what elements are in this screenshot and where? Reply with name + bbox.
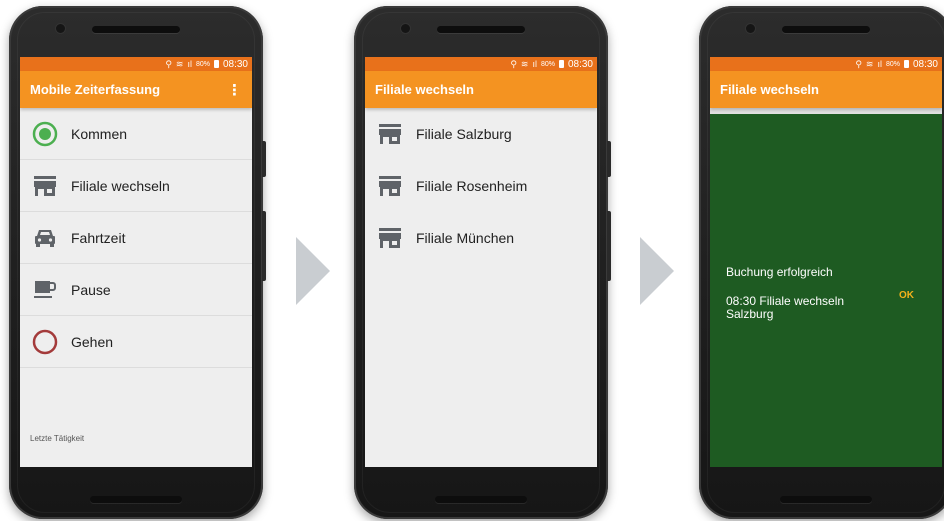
app-bar: Filiale wechseln — [365, 71, 597, 108]
chevron-right-icon — [296, 237, 330, 305]
status-time: 08:30 — [222, 58, 248, 70]
volume-rocker — [262, 211, 266, 281]
check-in-circle-icon — [32, 121, 58, 147]
battery-percent: 80% — [885, 60, 900, 68]
car-icon — [32, 225, 58, 251]
menu-item-label: Kommen — [71, 125, 128, 142]
app-title: Filiale wechseln — [375, 82, 474, 97]
menu-item-label: Pause — [71, 281, 111, 298]
coffee-cup-icon — [32, 277, 58, 303]
status-bar: ⚲ ≋ ıl 80% 08:30 — [710, 57, 942, 71]
power-button — [262, 141, 266, 177]
branch-item-muenchen[interactable]: Filiale München — [365, 212, 597, 264]
phone-frame-2: ⚲ ≋ ıl 80% 08:30 Filiale wechseln Filial… — [354, 6, 611, 519]
earpiece-speaker — [437, 26, 525, 33]
app-title: Filiale wechseln — [720, 82, 819, 97]
status-bar: ⚲ ≋ ıl 80% 08:30 — [20, 57, 252, 71]
screen-confirmation: ⚲ ≋ ıl 80% 08:30 Filiale wechseln Buchun… — [710, 57, 942, 467]
screen-main-menu: ⚲ ≋ ıl 80% 08:30 Mobile Zeiterfassung ⋮ … — [20, 57, 252, 467]
location-icon: ⚲ — [855, 58, 862, 69]
app-bar: Mobile Zeiterfassung ⋮ — [20, 71, 252, 108]
battery-percent: 80% — [195, 60, 210, 68]
menu-item-pause[interactable]: Pause — [20, 264, 252, 316]
battery-icon — [903, 60, 909, 68]
chevron-right-icon — [640, 237, 674, 305]
branch-item-rosenheim[interactable]: Filiale Rosenheim — [365, 160, 597, 212]
earpiece-speaker — [92, 26, 180, 33]
app-bar: Filiale wechseln — [710, 71, 942, 108]
branch-item-label: Filiale München — [416, 230, 515, 246]
earpiece-speaker — [782, 26, 870, 33]
location-icon: ⚲ — [510, 58, 517, 69]
branch-item-label: Filiale Rosenheim — [416, 178, 528, 194]
front-camera — [56, 24, 65, 33]
store-icon — [32, 173, 58, 199]
location-icon: ⚲ — [165, 58, 172, 69]
activity-list: Kommen Filiale wechseln Fahrtzeit Pause — [20, 108, 252, 368]
branch-item-label: Filiale Salzburg — [416, 126, 512, 142]
front-camera — [746, 24, 755, 33]
store-icon — [377, 121, 403, 147]
dialog-message: 08:30 Filiale wechseln Salzburg — [726, 294, 845, 321]
signal-icon: ıl — [877, 59, 882, 69]
status-bar: ⚲ ≋ ıl 80% 08:30 — [365, 57, 597, 71]
store-icon — [377, 225, 403, 251]
phone-frame-1: ⚲ ≋ ıl 80% 08:30 Mobile Zeiterfassung ⋮ … — [9, 6, 266, 519]
branch-item-salzburg[interactable]: Filiale Salzburg — [365, 108, 597, 160]
check-out-circle-icon — [32, 329, 58, 355]
bottom-speaker — [435, 496, 527, 503]
last-activity-label: Letzte Tätigkeit — [30, 434, 85, 443]
overflow-menu-icon[interactable]: ⋮ — [227, 81, 242, 99]
wifi-icon: ≋ — [175, 58, 184, 69]
menu-item-kommen[interactable]: Kommen — [20, 108, 252, 160]
phone-frame-3: ⚲ ≋ ıl 80% 08:30 Filiale wechseln Buchun… — [699, 6, 944, 519]
screen-branch-select: ⚲ ≋ ıl 80% 08:30 Filiale wechseln Filial… — [365, 57, 597, 467]
signal-icon: ıl — [532, 59, 537, 69]
menu-item-label: Fahrtzeit — [71, 229, 126, 246]
menu-item-filiale-wechseln[interactable]: Filiale wechseln — [20, 160, 252, 212]
wifi-icon: ≋ — [865, 58, 874, 69]
menu-item-gehen[interactable]: Gehen — [20, 316, 252, 368]
menu-item-fahrtzeit[interactable]: Fahrtzeit — [20, 212, 252, 264]
status-time: 08:30 — [912, 58, 938, 70]
branch-list: Filiale Salzburg Filiale Rosenheim Filia… — [365, 108, 597, 264]
battery-icon — [558, 60, 564, 68]
store-icon — [377, 173, 403, 199]
battery-icon — [213, 60, 219, 68]
success-dialog: Buchung erfolgreich 08:30 Filiale wechse… — [710, 114, 942, 467]
app-title: Mobile Zeiterfassung — [30, 82, 161, 97]
ok-button[interactable]: OK — [899, 290, 914, 301]
menu-item-label: Gehen — [71, 333, 114, 350]
battery-percent: 80% — [540, 60, 555, 68]
signal-icon: ıl — [187, 59, 192, 69]
status-time: 08:30 — [567, 58, 593, 70]
bottom-speaker — [90, 496, 182, 503]
power-button — [607, 141, 611, 177]
wifi-icon: ≋ — [520, 58, 529, 69]
front-camera — [401, 24, 410, 33]
dialog-title: Buchung erfolgreich — [726, 265, 833, 279]
menu-item-label: Filiale wechseln — [71, 177, 170, 194]
volume-rocker — [607, 211, 611, 281]
bottom-speaker — [780, 496, 872, 503]
